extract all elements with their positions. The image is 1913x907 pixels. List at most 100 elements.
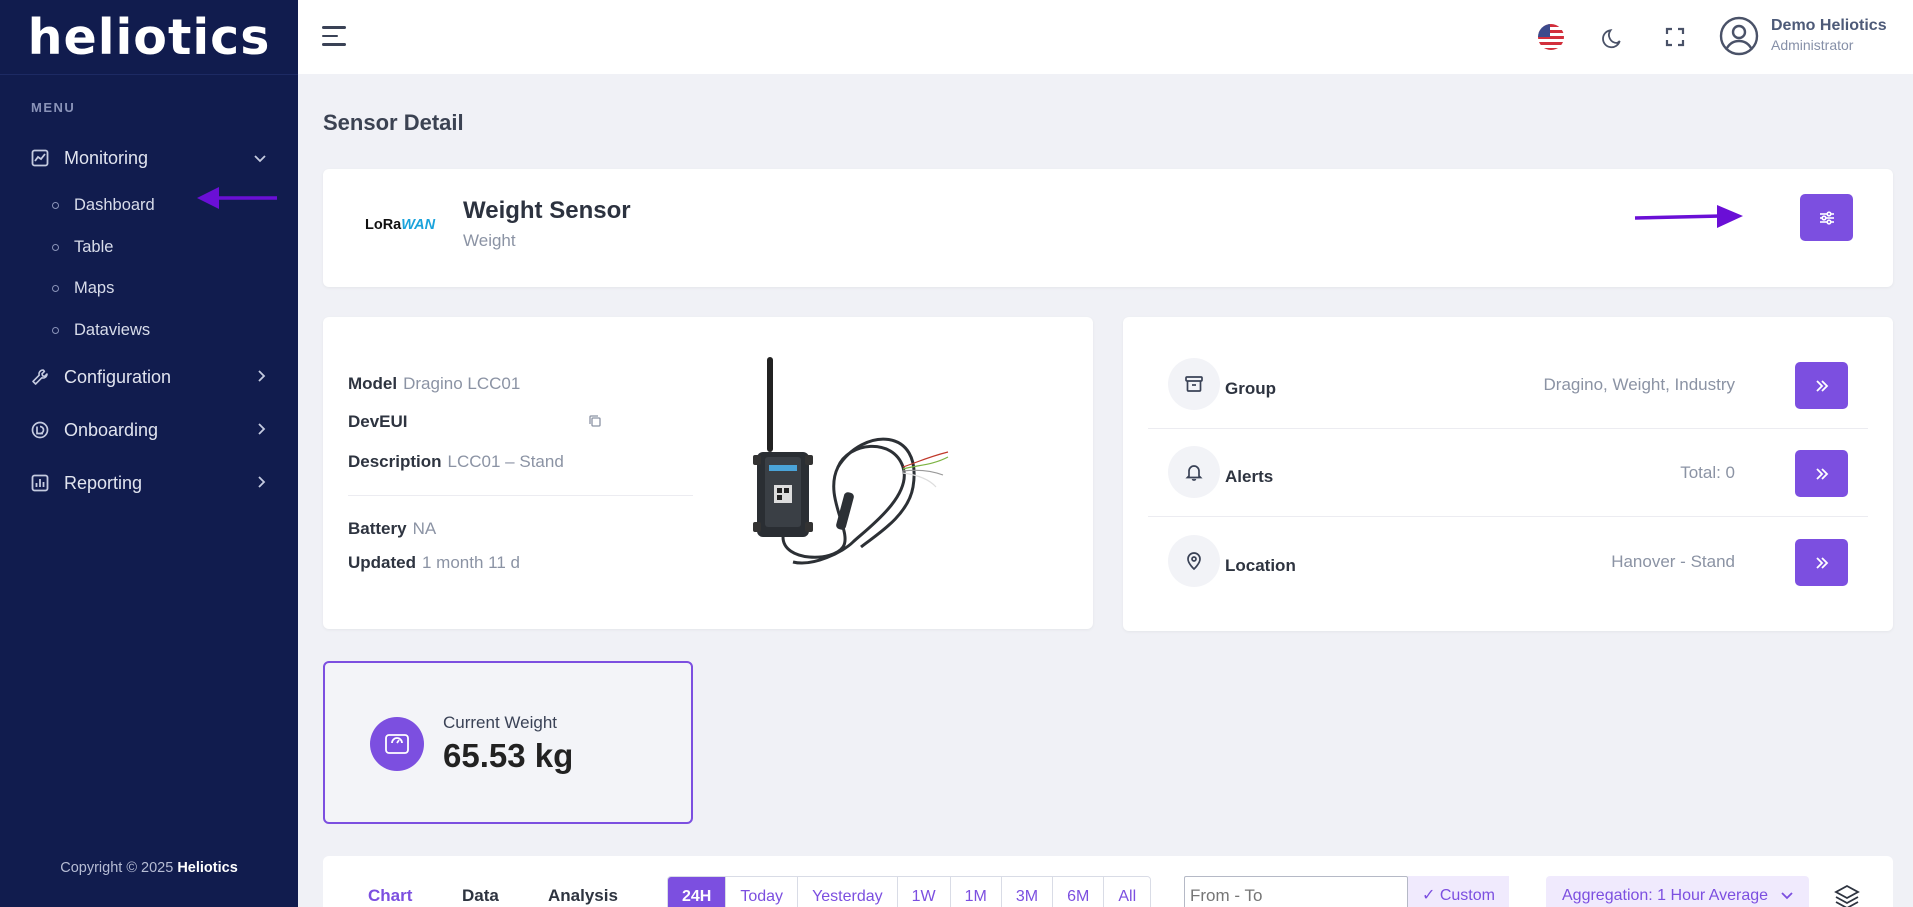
range-6m[interactable]: 6M	[1053, 877, 1105, 907]
sensor-type: Weight	[463, 231, 516, 250]
battery-value: NA	[412, 519, 437, 538]
updated-label: Updated	[348, 553, 416, 572]
sensor-name: Weight Sensor	[463, 197, 631, 224]
onboarding-icon	[30, 420, 50, 440]
sub-item-table[interactable]: Table	[0, 229, 298, 265]
model-row: Model Dragino LCC01	[348, 374, 520, 394]
nav-reporting[interactable]: Reporting	[0, 463, 298, 503]
updated-row: Updated 1 month 11 d	[348, 553, 520, 573]
tab-analysis[interactable]: Analysis	[548, 886, 618, 906]
logo-text: heliotics	[27, 8, 271, 66]
divider	[348, 495, 693, 496]
brand-logo[interactable]: heliotics	[0, 0, 298, 75]
page-title: Sensor Detail	[323, 110, 464, 135]
bullet-icon	[52, 326, 59, 334]
group-value: Dragino, Weight, Industry	[1543, 375, 1736, 394]
divider	[1148, 428, 1868, 429]
sub-item-maps[interactable]: Maps	[0, 270, 298, 306]
tab-chart[interactable]: Chart	[368, 886, 412, 906]
deveui-row: DevEUI	[348, 412, 414, 432]
dark-mode-moon-icon[interactable]	[1598, 22, 1628, 52]
sensor-info-card: Group Dragino, Weight, Industry Alerts T…	[1123, 317, 1893, 631]
hamburger-menu-icon[interactable]	[322, 26, 346, 48]
nav-onboarding[interactable]: Onboarding	[0, 410, 298, 450]
layers-icon[interactable]	[1834, 884, 1860, 907]
range-today[interactable]: Today	[726, 877, 799, 907]
current-weight-value: 65.53 kg	[443, 737, 574, 774]
nav-monitoring[interactable]: Monitoring	[0, 138, 298, 178]
chart-line-icon	[30, 148, 50, 168]
range-yesterday[interactable]: Yesterday	[798, 877, 898, 907]
current-weight-card[interactable]: Current Weight 65.53 kg	[323, 661, 693, 824]
wrench-icon	[30, 367, 50, 387]
copyright-brand: Heliotics	[177, 860, 238, 876]
scale-icon	[370, 717, 424, 771]
range-1w[interactable]: 1W	[897, 877, 951, 907]
chevron-right-icon	[258, 475, 266, 491]
archive-icon	[1168, 358, 1220, 410]
model-value: Dragino LCC01	[403, 374, 521, 393]
copyright-prefix: Copyright © 2025	[60, 860, 174, 876]
time-range-group: 24H Today Yesterday 1W 1M 3M 6M All	[667, 876, 1152, 907]
range-3m[interactable]: 3M	[1001, 877, 1054, 907]
menu-title: MENU	[31, 100, 76, 115]
range-24h[interactable]: 24H	[668, 877, 727, 907]
deveui-label: DevEUI	[348, 412, 408, 431]
user-avatar-icon[interactable]	[1718, 15, 1760, 57]
fullscreen-icon[interactable]	[1660, 22, 1690, 52]
sub-item-label: Maps	[74, 278, 115, 297]
copyright: Copyright © 2025 Heliotics	[0, 860, 298, 876]
aggregation-label: Aggregation: 1 Hour Average	[1562, 887, 1769, 904]
logo-wan: WAN	[401, 217, 436, 233]
annotation-arrow-left	[197, 187, 277, 209]
user-name[interactable]: Demo Heliotics	[1771, 17, 1887, 35]
chevron-down-icon	[254, 150, 266, 166]
tab-data[interactable]: Data	[462, 886, 499, 906]
sub-item-label: Dashboard	[74, 195, 155, 214]
alerts-value: Total: 0	[1680, 463, 1735, 482]
model-label: Model	[348, 374, 398, 393]
battery-label: Battery	[348, 519, 407, 538]
alerts-label: Alerts	[1225, 467, 1274, 486]
sub-item-label: Dataviews	[74, 320, 151, 339]
nav-onboarding-label: Onboarding	[64, 419, 159, 440]
sensor-device-image	[753, 357, 949, 565]
description-label: Description	[348, 452, 442, 471]
location-value: Hanover - Stand	[1611, 552, 1735, 571]
sidebar: heliotics MENU Monitoring Dashboard Tabl…	[0, 0, 298, 907]
range-all[interactable]: All	[1104, 877, 1151, 907]
bar-chart-icon	[30, 473, 50, 493]
bell-icon	[1168, 446, 1220, 498]
chart-controls-card: Chart Data Analysis 24H Today Yesterday …	[323, 856, 1893, 907]
double-chevron-right-icon	[1815, 379, 1828, 392]
sub-item-label: Table	[74, 237, 114, 256]
sliders-icon	[1819, 210, 1834, 225]
sensor-settings-button[interactable]	[1800, 194, 1853, 241]
sub-item-dataviews[interactable]: Dataviews	[0, 312, 298, 348]
bullet-icon	[52, 201, 59, 209]
topbar: Demo Heliotics Administrator	[298, 0, 1913, 74]
description-value: LCC01 – Stand	[447, 452, 564, 471]
date-range-input[interactable]	[1184, 876, 1408, 907]
bullet-icon	[52, 243, 59, 251]
aggregation-dropdown[interactable]: Aggregation: 1 Hour Average	[1546, 876, 1809, 907]
annotation-arrow-right	[1634, 205, 1743, 228]
group-open-button[interactable]	[1795, 362, 1848, 409]
copy-icon[interactable]	[588, 414, 602, 433]
group-label: Group	[1225, 379, 1276, 398]
nav-reporting-label: Reporting	[64, 472, 143, 493]
double-chevron-right-icon	[1815, 556, 1828, 569]
bullet-icon	[52, 284, 59, 292]
location-label: Location	[1225, 556, 1296, 575]
us-flag-icon[interactable]	[1538, 24, 1564, 50]
alerts-open-button[interactable]	[1795, 450, 1848, 497]
custom-range-button[interactable]: ✓ Custom	[1408, 876, 1509, 907]
nav-configuration[interactable]: Configuration	[0, 357, 298, 397]
nav-monitoring-label: Monitoring	[64, 147, 149, 168]
chevron-right-icon	[258, 422, 266, 438]
double-chevron-right-icon	[1815, 467, 1828, 480]
location-open-button[interactable]	[1795, 539, 1848, 586]
chevron-down-icon	[1780, 892, 1793, 900]
range-1m[interactable]: 1M	[950, 877, 1002, 907]
updated-value: 1 month 11 d	[422, 553, 520, 572]
